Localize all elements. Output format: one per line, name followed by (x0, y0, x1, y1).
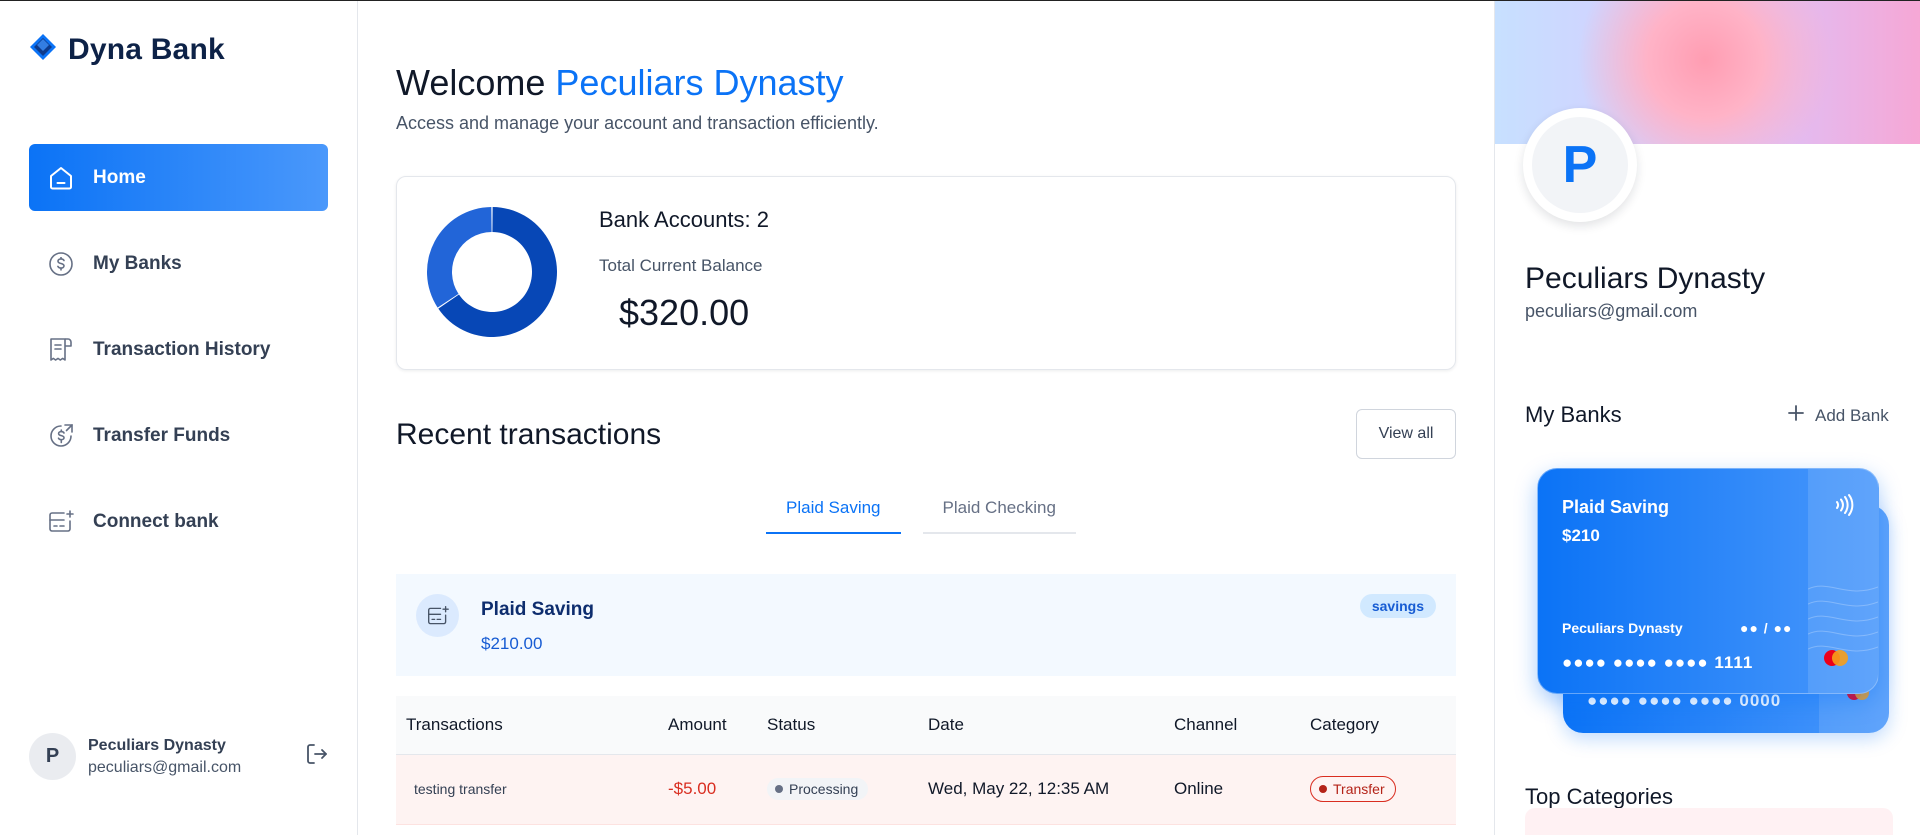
card-balance: $210 (1562, 526, 1600, 545)
column-header: Date (928, 696, 1174, 755)
column-header: Category (1310, 696, 1456, 755)
profile-email: peculiars@gmail.com (1525, 301, 1698, 321)
sidebar-item-transaction-history[interactable]: Transaction History (29, 316, 328, 383)
bank-card-icon (416, 594, 459, 637)
status-dot (775, 785, 783, 793)
total-balance-card: Bank Accounts: 2 Total Current Balance $… (396, 176, 1456, 370)
total-balance-amount: $320.00 (619, 292, 750, 333)
avatar[interactable]: P (29, 733, 76, 780)
tab-plaid-saving[interactable]: Plaid Saving (766, 484, 901, 534)
home-icon (47, 164, 75, 192)
sidebar-item-label: Home (93, 166, 146, 188)
add-bank-label: Add Bank (1815, 405, 1889, 425)
add-bank-button[interactable]: Add Bank (1787, 404, 1889, 427)
welcome-prefix: Welcome (396, 62, 546, 103)
contactless-icon (1832, 493, 1856, 522)
card-number: ●●●● ●●●● ●●●● 0000 (1587, 691, 1782, 710)
total-balance-label: Total Current Balance (599, 256, 763, 275)
money-send-icon (47, 422, 75, 450)
column-header: Amount (668, 696, 767, 755)
status-badge: Processing (767, 778, 869, 800)
category-item[interactable] (1525, 808, 1893, 835)
top-categories-title: Top Categories (1525, 784, 1673, 809)
transaction-amount: -$5.00 (668, 779, 717, 798)
sidebar-item-label: Transaction History (93, 338, 271, 360)
profile-avatar[interactable]: P (1523, 108, 1637, 222)
sidebar-item-label: My Banks (93, 252, 182, 274)
sidebar-user: P Peculiars Dynasty peculiars@gmail.com (29, 733, 329, 780)
profile-name: Peculiars Dynasty (1525, 262, 1766, 295)
my-banks-title: My Banks (1525, 402, 1622, 427)
sidebar: Dyna Bank Home My Banks Transaction Hist… (0, 0, 358, 835)
table-row[interactable]: testing transfer -$5.00 Processing Wed, … (396, 754, 1456, 825)
transaction-date: Wed, May 22, 12:35 AM (928, 779, 1110, 798)
page-title: Welcome Peculiars Dynasty (396, 62, 844, 104)
sidebar-nav: Home My Banks Transaction History Transf… (29, 144, 328, 574)
view-all-button[interactable]: View all (1356, 409, 1456, 459)
donut-slice-plaid-checking[interactable] (427, 207, 492, 308)
selected-account-info: Plaid Saving $210.00 savings (396, 574, 1456, 676)
card-owner: Peculiars Dynasty (1562, 620, 1683, 636)
user-name: Peculiars Dynasty (88, 736, 226, 754)
transactions-table: Transactions Amount Status Date Channel … (396, 696, 1456, 825)
logout-icon[interactable] (305, 742, 329, 771)
account-name: Plaid Saving (481, 599, 594, 620)
category-label: Transfer (1333, 781, 1385, 797)
dollar-circle-icon (47, 250, 75, 278)
transaction-name: testing transfer (414, 781, 507, 797)
brand-logo[interactable]: Dyna Bank (28, 32, 225, 67)
transaction-channel: Online (1174, 779, 1224, 798)
sidebar-item-label: Transfer Funds (93, 424, 231, 446)
table-header-row: Transactions Amount Status Date Channel … (396, 696, 1456, 755)
welcome-name: Peculiars Dynasty (555, 62, 844, 103)
user-email: peculiars@gmail.com (88, 758, 242, 776)
category-badge: Transfer (1310, 776, 1396, 802)
bank-tabs: Plaid Saving Plaid Checking (758, 484, 1078, 534)
column-header: Transactions (396, 696, 668, 755)
bank-accounts-count: Bank Accounts: 2 (599, 207, 769, 232)
column-header: Status (767, 696, 928, 755)
tab-plaid-checking[interactable]: Plaid Checking (922, 484, 1076, 534)
sidebar-item-home[interactable]: Home (29, 144, 328, 211)
account-balance: $210.00 (481, 634, 543, 653)
sidebar-item-connect-bank[interactable]: Connect bank (29, 488, 328, 555)
mastercard-icon (1822, 649, 1850, 672)
recent-transactions-title: Recent transactions (396, 418, 662, 451)
card-add-icon (47, 508, 75, 536)
card-expiry: ●● / ●● (1740, 620, 1793, 636)
right-sidebar: P Peculiars Dynasty peculiars@gmail.com … (1494, 0, 1920, 835)
category-dot (1319, 785, 1327, 793)
sidebar-item-label: Connect bank (93, 510, 219, 532)
brand-name: Dyna Bank (68, 32, 225, 66)
status-label: Processing (789, 781, 859, 797)
bank-card-plaid-saving[interactable]: Plaid Saving $210 Peculiars Dynasty ●● /… (1537, 468, 1879, 694)
account-type-badge: savings (1359, 594, 1436, 618)
card-bank-name: Plaid Saving (1562, 497, 1670, 517)
logo-icon (28, 32, 58, 67)
balance-donut-chart (427, 207, 557, 337)
card-number: ●●●● ●●●● ●●●● 1111 (1562, 653, 1754, 672)
receipt-icon (47, 336, 75, 364)
column-header: Channel (1174, 696, 1310, 755)
top-border (0, 0, 1920, 1)
plus-icon (1787, 404, 1805, 427)
page-subtitle: Access and manage your account and trans… (396, 113, 879, 133)
sidebar-item-my-banks[interactable]: My Banks (29, 230, 328, 297)
profile-avatar-initial: P (1532, 117, 1628, 213)
sidebar-item-transfer-funds[interactable]: Transfer Funds (29, 402, 328, 469)
